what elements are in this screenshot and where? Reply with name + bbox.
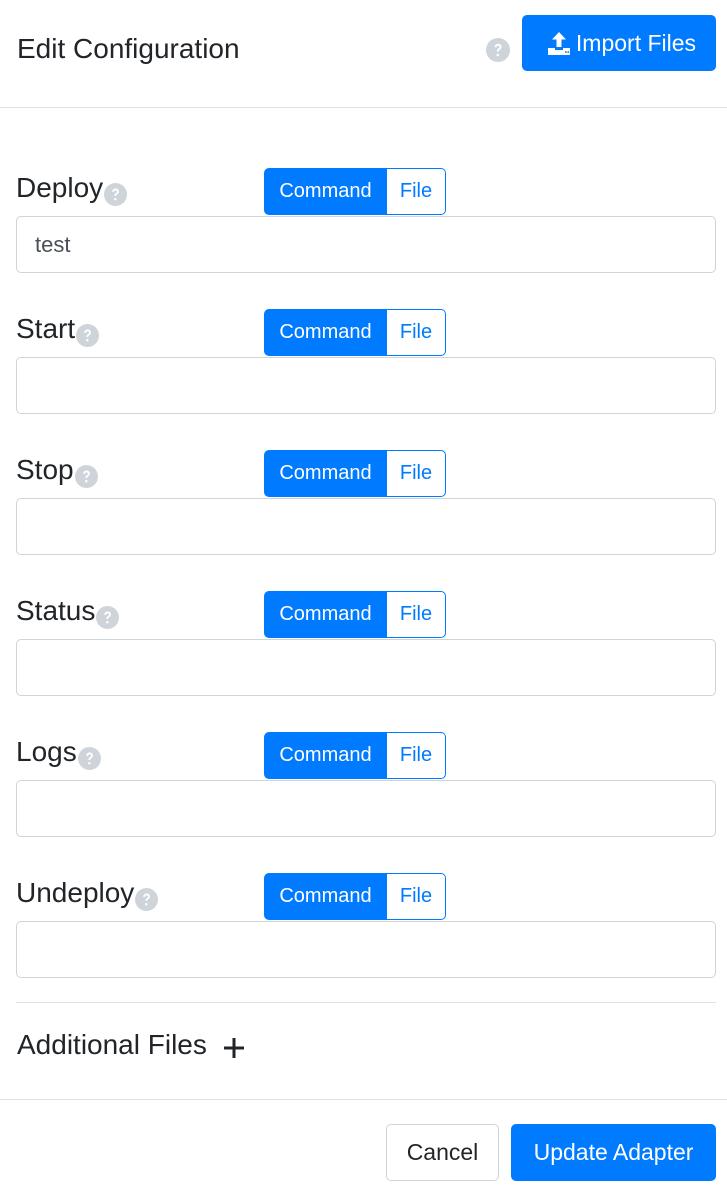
plus-icon[interactable] — [222, 1036, 246, 1060]
status-command-input[interactable] — [16, 639, 716, 696]
command-toggle-button[interactable]: Command — [264, 873, 387, 920]
file-toggle-button[interactable]: File — [387, 309, 446, 356]
stop-command-input[interactable] — [16, 498, 716, 555]
file-toggle-button[interactable]: File — [387, 732, 446, 779]
status-label: Status — [16, 595, 96, 626]
logs-command-input[interactable] — [16, 780, 716, 837]
section-label: Undeploy — [16, 875, 159, 911]
logs-label: Logs — [16, 736, 77, 767]
question-circle-icon[interactable] — [76, 320, 100, 347]
modal-header: Edit Configuration Import Files — [0, 0, 727, 108]
file-toggle-button[interactable]: File — [387, 591, 446, 638]
upload-icon — [546, 30, 572, 56]
command-toggle-button[interactable]: Command — [264, 450, 387, 497]
section-label: Start — [16, 311, 100, 347]
file-toggle-button[interactable]: File — [387, 873, 446, 920]
question-circle-icon[interactable] — [77, 743, 101, 770]
command-toggle-button[interactable]: Command — [264, 168, 387, 215]
command-toggle-button[interactable]: Command — [264, 309, 387, 356]
start-command-input[interactable] — [16, 357, 716, 414]
question-circle-icon[interactable] — [104, 179, 128, 206]
start-label: Start — [16, 313, 76, 344]
stop-label: Stop — [16, 454, 74, 485]
question-circle-icon[interactable] — [74, 461, 98, 488]
file-toggle-button[interactable]: File — [387, 168, 446, 215]
mode-toggle-start: Command File — [264, 309, 446, 356]
modal-title: Edit Configuration — [17, 33, 240, 64]
command-toggle-button[interactable]: Command — [264, 732, 387, 779]
modal-footer: Cancel Update Adapter — [0, 1099, 727, 1195]
undeploy-label: Undeploy — [16, 877, 135, 908]
import-files-label: Import Files — [575, 29, 697, 56]
deploy-label: Deploy — [16, 172, 104, 203]
file-toggle-button[interactable]: File — [387, 450, 446, 497]
additional-files-row: Additional Files — [17, 1027, 246, 1063]
section-divider — [16, 1002, 716, 1003]
mode-toggle-undeploy: Command File — [264, 873, 446, 920]
section-label: Stop — [16, 452, 98, 488]
mode-toggle-deploy: Command File — [264, 168, 446, 215]
import-files-button[interactable]: Import Files — [522, 15, 716, 71]
command-toggle-button[interactable]: Command — [264, 591, 387, 638]
undeploy-command-input[interactable] — [16, 921, 716, 978]
additional-files-label: Additional Files — [17, 1029, 207, 1060]
deploy-command-input[interactable] — [16, 216, 716, 273]
edit-configuration-modal: Edit Configuration Import Files Deploy C… — [0, 0, 727, 1195]
section-label: Deploy — [16, 170, 128, 206]
mode-toggle-logs: Command File — [264, 732, 446, 779]
section-label: Logs — [16, 734, 101, 770]
section-label: Status — [16, 593, 120, 629]
cancel-button[interactable]: Cancel — [386, 1124, 499, 1181]
mode-toggle-stop: Command File — [264, 450, 446, 497]
question-circle-icon[interactable] — [486, 38, 510, 62]
update-adapter-button[interactable]: Update Adapter — [511, 1124, 716, 1181]
question-circle-icon[interactable] — [96, 602, 120, 629]
question-circle-icon[interactable] — [135, 884, 159, 911]
mode-toggle-status: Command File — [264, 591, 446, 638]
